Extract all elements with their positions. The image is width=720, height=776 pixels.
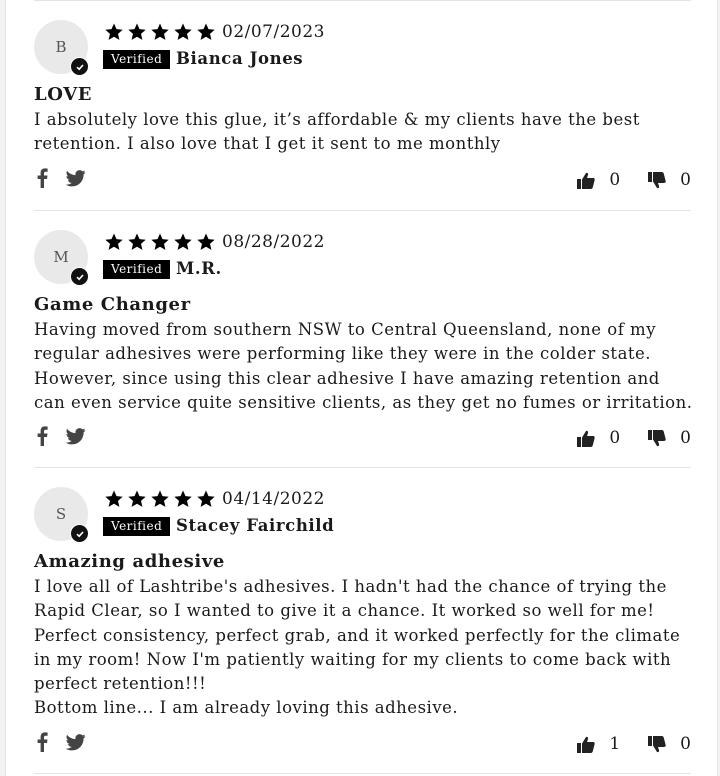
avatar-initial: S [55,505,67,523]
twitter-icon[interactable] [66,733,86,751]
share-links [36,168,86,188]
twitter-icon[interactable] [66,427,86,445]
review-title: LOVE [34,84,93,105]
review-body: I love all of Lashtribe's adhesives. I h… [34,575,694,721]
star-icon [151,233,169,250]
verified-check-icon [70,267,89,286]
facebook-icon[interactable] [36,168,48,188]
review-paragraph: Having moved from southern NSW to Centra… [34,320,693,412]
star-icon [151,490,169,507]
share-links [36,732,86,752]
review-title: Game Changer [34,294,191,315]
review-date: 08/28/2022 [222,232,325,252]
downvote-count: 0 [680,734,691,754]
star-icon [197,233,215,250]
vote-controls: 0 0 [577,428,691,448]
star-icon [151,23,169,40]
share-links [36,426,86,446]
thumbs-up-icon[interactable] [577,172,596,189]
review-body: I absolutely love this glue, it’s afford… [34,108,694,157]
avatar-initial: B [55,38,67,56]
vote-controls: 1 0 [577,734,691,754]
verified-check-icon [70,524,89,543]
avatar: S [34,487,89,543]
thumbs-down-icon[interactable] [648,735,666,753]
review-title: Amazing adhesive [34,551,225,572]
downvote-count: 0 [680,428,691,448]
review-body: Having moved from southern NSW to Centra… [34,318,694,415]
star-icon [174,23,192,40]
star-icon [197,490,215,507]
review-paragraph: Bottom line... I am already loving this … [34,698,459,718]
review-date: 04/14/2022 [222,489,325,509]
star-rating [103,489,217,509]
star-icon [128,23,146,40]
upvote-count: 1 [609,734,621,754]
verified-badge: Verified [103,517,171,536]
reviewer-name: Bianca Jones [176,49,304,68]
verified-check-icon [70,57,89,76]
review-item: S 04/14/2022 Verified Stacey Fairchild A… [34,467,691,774]
twitter-icon[interactable] [66,169,86,187]
star-icon [128,233,146,250]
star-icon [105,233,123,250]
star-rating [103,22,217,42]
upvote-count: 0 [609,428,621,448]
verified-badge: Verified [103,50,171,69]
thumbs-up-icon[interactable] [577,736,596,753]
review-paragraph: I love all of Lashtribe's adhesives. I h… [34,577,681,694]
avatar-initial: M [53,248,69,266]
review-paragraph: I absolutely love this glue, it’s afford… [34,110,640,154]
star-icon [128,490,146,507]
reviews-panel: B 02/07/2023 Verified Bianca Jones LOVE … [5,0,718,776]
review-item: M 08/28/2022 Verified M.R. Game Changer … [34,210,694,468]
vote-controls: 0 0 [577,170,691,190]
review-item: B 02/07/2023 Verified Bianca Jones LOVE … [34,0,691,211]
downvote-count: 0 [680,170,691,190]
star-icon [197,23,215,40]
thumbs-up-icon[interactable] [577,430,596,447]
star-icon [174,233,192,250]
avatar: B [34,20,89,76]
reviewer-name: M.R. [176,259,222,278]
reviewer-name: Stacey Fairchild [176,516,335,535]
review-date: 02/07/2023 [222,22,325,42]
upvote-count: 0 [609,170,621,190]
facebook-icon[interactable] [36,426,48,446]
star-icon [105,23,123,40]
verified-badge: Verified [103,260,171,279]
facebook-icon[interactable] [36,732,48,752]
thumbs-down-icon[interactable] [648,429,666,447]
star-icon [174,490,192,507]
thumbs-down-icon[interactable] [648,171,666,189]
star-rating [103,232,217,252]
star-icon [105,490,123,507]
avatar: M [34,230,89,286]
